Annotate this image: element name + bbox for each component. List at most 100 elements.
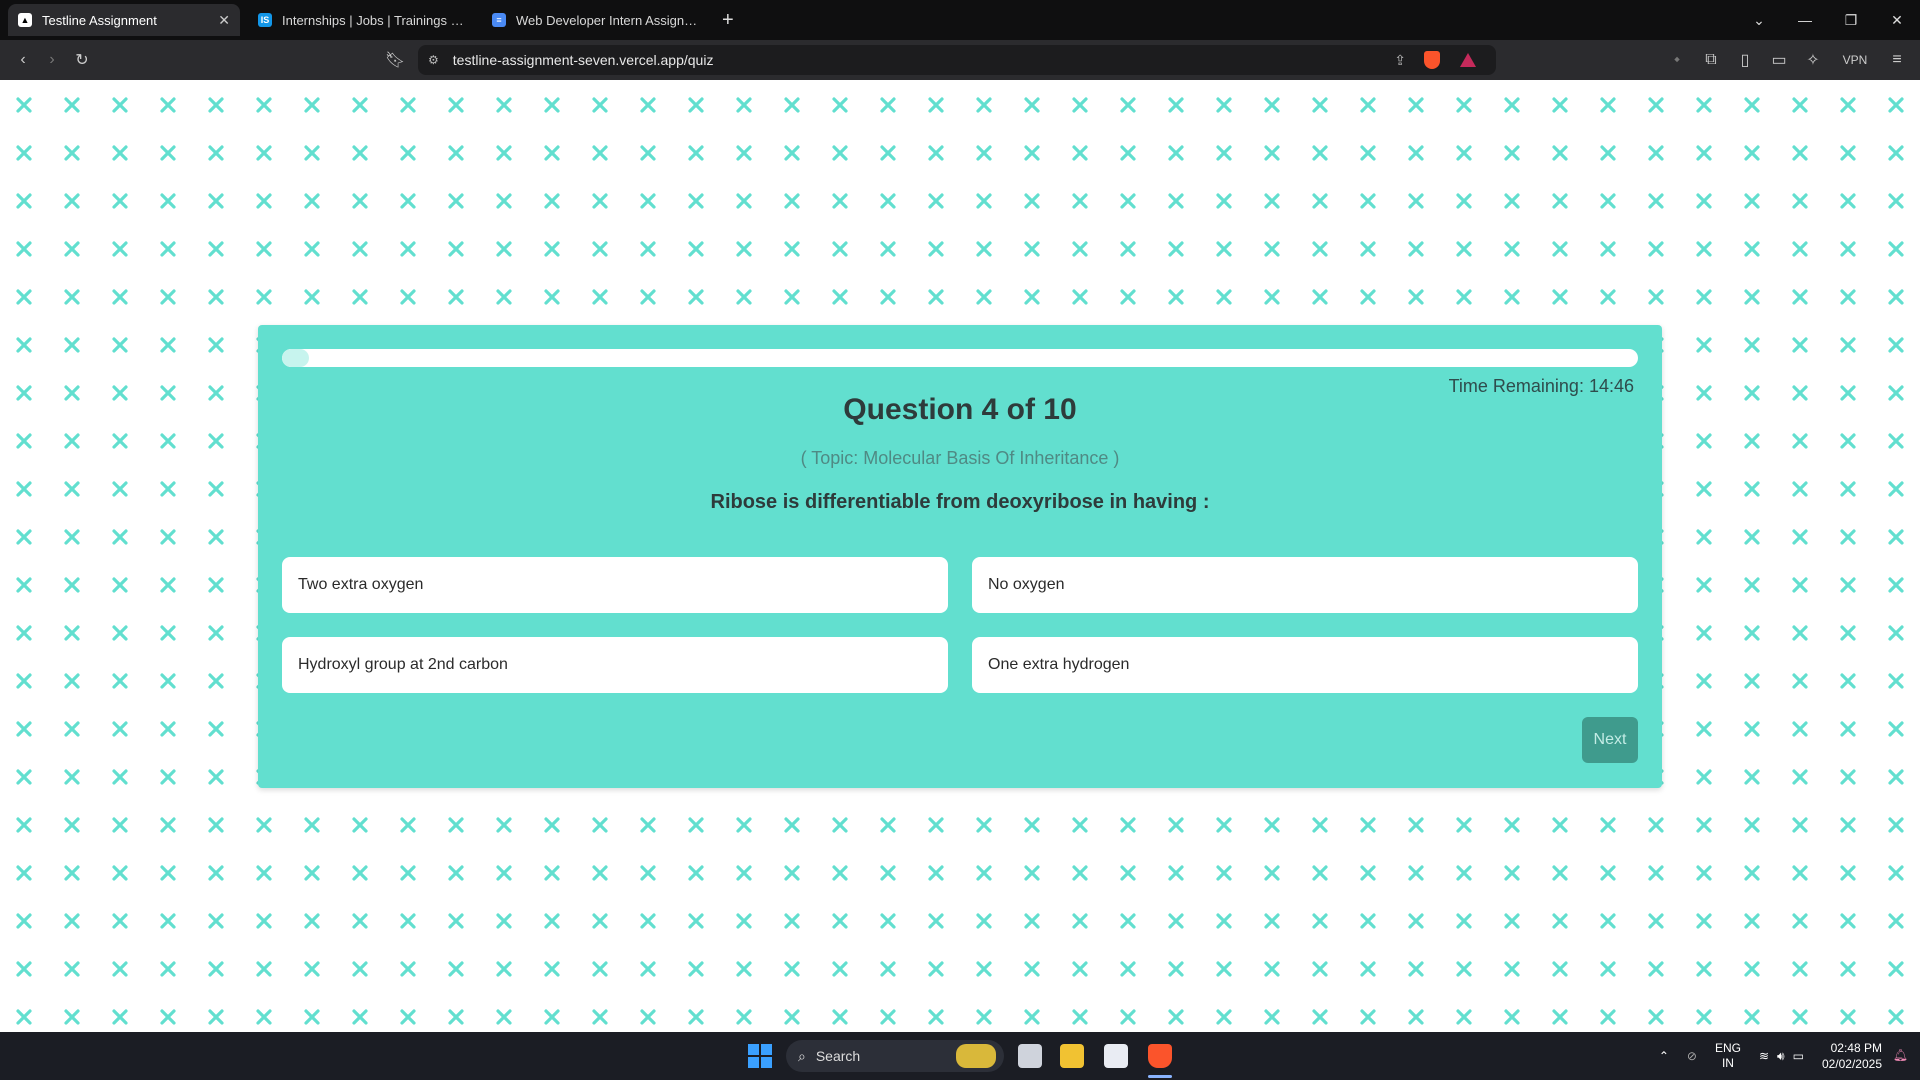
pattern-x-icon [736,961,752,977]
windows-start-icon[interactable] [748,1044,772,1068]
extension-icon[interactable]: ⬩ [1662,45,1692,75]
brave-rewards-icon[interactable] [1460,53,1476,67]
pattern-x-icon [64,289,80,305]
pattern-x-icon [640,193,656,209]
pattern-x-icon [592,961,608,977]
tab-testline[interactable]: ▲ Testline Assignment ✕ [8,4,240,36]
volume-icon[interactable]: 🔊︎ [1777,1049,1785,1064]
pattern-x-icon [1216,961,1232,977]
pattern-x-icon [16,193,32,209]
pattern-x-icon [496,961,512,977]
share-icon[interactable]: ⇪ [1394,52,1406,69]
pattern-x-icon [736,865,752,881]
microsoft-store-icon[interactable] [1104,1044,1128,1068]
pattern-x-icon [1072,961,1088,977]
pattern-x-icon [688,817,704,833]
option-3[interactable]: Hydroxyl group at 2nd carbon [282,637,948,693]
pattern-x-icon [1888,1009,1904,1025]
pattern-x-icon [1792,97,1808,113]
leo-ai-icon[interactable]: ✧ [1798,45,1828,75]
sidebar-icon[interactable]: ▯ [1730,45,1760,75]
option-4[interactable]: One extra hydrogen [972,637,1638,693]
pattern-x-icon [1264,145,1280,161]
chevron-up-icon[interactable]: ⌃ [1659,1049,1669,1063]
pattern-x-icon [1264,289,1280,305]
pattern-x-icon [1696,385,1712,401]
pattern-x-icon [1408,913,1424,929]
bookmark-icon[interactable]: 🔖︎ [380,45,410,75]
pattern-x-icon [1888,769,1904,785]
pattern-x-icon [208,433,224,449]
option-label: Two extra oxygen [298,576,424,593]
pattern-x-icon [208,289,224,305]
file-explorer-icon[interactable] [1060,1044,1084,1068]
pattern-x-icon [1024,1009,1040,1025]
forward-icon[interactable]: › [37,45,67,75]
vpn-button[interactable]: VPN [1832,45,1878,75]
pattern-x-icon [1744,1009,1760,1025]
site-info-icon[interactable]: ⚙ [428,53,439,67]
pattern-x-icon [832,193,848,209]
minimize-icon[interactable]: — [1782,12,1828,28]
pattern-x-icon [1744,529,1760,545]
close-window-icon[interactable]: ✕ [1874,12,1920,29]
puzzle-icon[interactable]: ⧉ [1696,45,1726,75]
tab-search-chevron-icon[interactable]: ⌄ [1736,12,1782,29]
pattern-x-icon [400,817,416,833]
tab-label: Testline Assignment [42,12,157,28]
brave-shields-icon[interactable] [1424,51,1440,69]
pattern-x-icon [1696,913,1712,929]
pattern-x-icon [352,1009,368,1025]
pattern-x-icon [160,97,176,113]
back-icon[interactable]: ‹ [8,45,38,75]
option-2[interactable]: No oxygen [972,557,1638,613]
wallet-icon[interactable]: ▭ [1764,45,1794,75]
pattern-x-icon [592,193,608,209]
pattern-x-icon [1696,337,1712,353]
next-button[interactable]: Next [1582,717,1638,763]
address-bar[interactable]: ⚙ testline-assignment-seven.vercel.app/q… [418,45,1496,75]
brave-browser-icon[interactable] [1148,1044,1172,1068]
tab-internshala[interactable]: IS Internships | Jobs | Trainings & Plac… [248,4,474,36]
menu-icon[interactable]: ≡ [1882,45,1912,75]
pattern-x-icon [880,241,896,257]
task-view-icon[interactable] [1018,1044,1042,1068]
pattern-x-icon [1888,673,1904,689]
language-indicator[interactable]: ENG IN [1715,1041,1741,1071]
network-off-icon[interactable]: ⊘ [1687,1049,1697,1063]
close-tab-icon[interactable]: ✕ [218,12,230,29]
pattern-x-icon [64,481,80,497]
reload-icon[interactable]: ↻ [67,45,97,75]
pattern-x-icon [832,913,848,929]
search-label: Search [815,1048,861,1064]
tab-docs[interactable]: ≡ Web Developer Intern Assignment [482,4,708,36]
pattern-x-icon [640,913,656,929]
pattern-x-icon [208,193,224,209]
pattern-x-icon [592,817,608,833]
taskbar-search[interactable]: ⌕ Search [786,1040,1004,1072]
pattern-x-icon [112,289,128,305]
pattern-x-icon [1072,817,1088,833]
notification-bell-icon[interactable]: 🔔︎ [1893,1048,1908,1062]
pattern-x-icon [1840,1009,1856,1025]
battery-icon[interactable]: ▭ [1793,1049,1804,1063]
clock[interactable]: 02:48 PM 02/02/2025 [1822,1040,1882,1072]
pattern-x-icon [1888,385,1904,401]
pattern-x-icon [688,913,704,929]
pattern-x-icon [736,241,752,257]
pattern-x-icon [208,721,224,737]
wifi-icon[interactable]: ≋ [1759,1049,1769,1063]
pattern-x-icon [112,577,128,593]
restore-icon[interactable]: ❐ [1828,12,1874,29]
pattern-x-icon [1600,817,1616,833]
pattern-x-icon [352,97,368,113]
pattern-x-icon [1744,913,1760,929]
pattern-x-icon [496,817,512,833]
pattern-x-icon [1744,337,1760,353]
pattern-x-icon [1408,193,1424,209]
pattern-x-icon [544,193,560,209]
pattern-x-icon [1120,865,1136,881]
pattern-x-icon [880,1009,896,1025]
new-tab-icon[interactable]: + [722,9,734,32]
option-1[interactable]: Two extra oxygen [282,557,948,613]
